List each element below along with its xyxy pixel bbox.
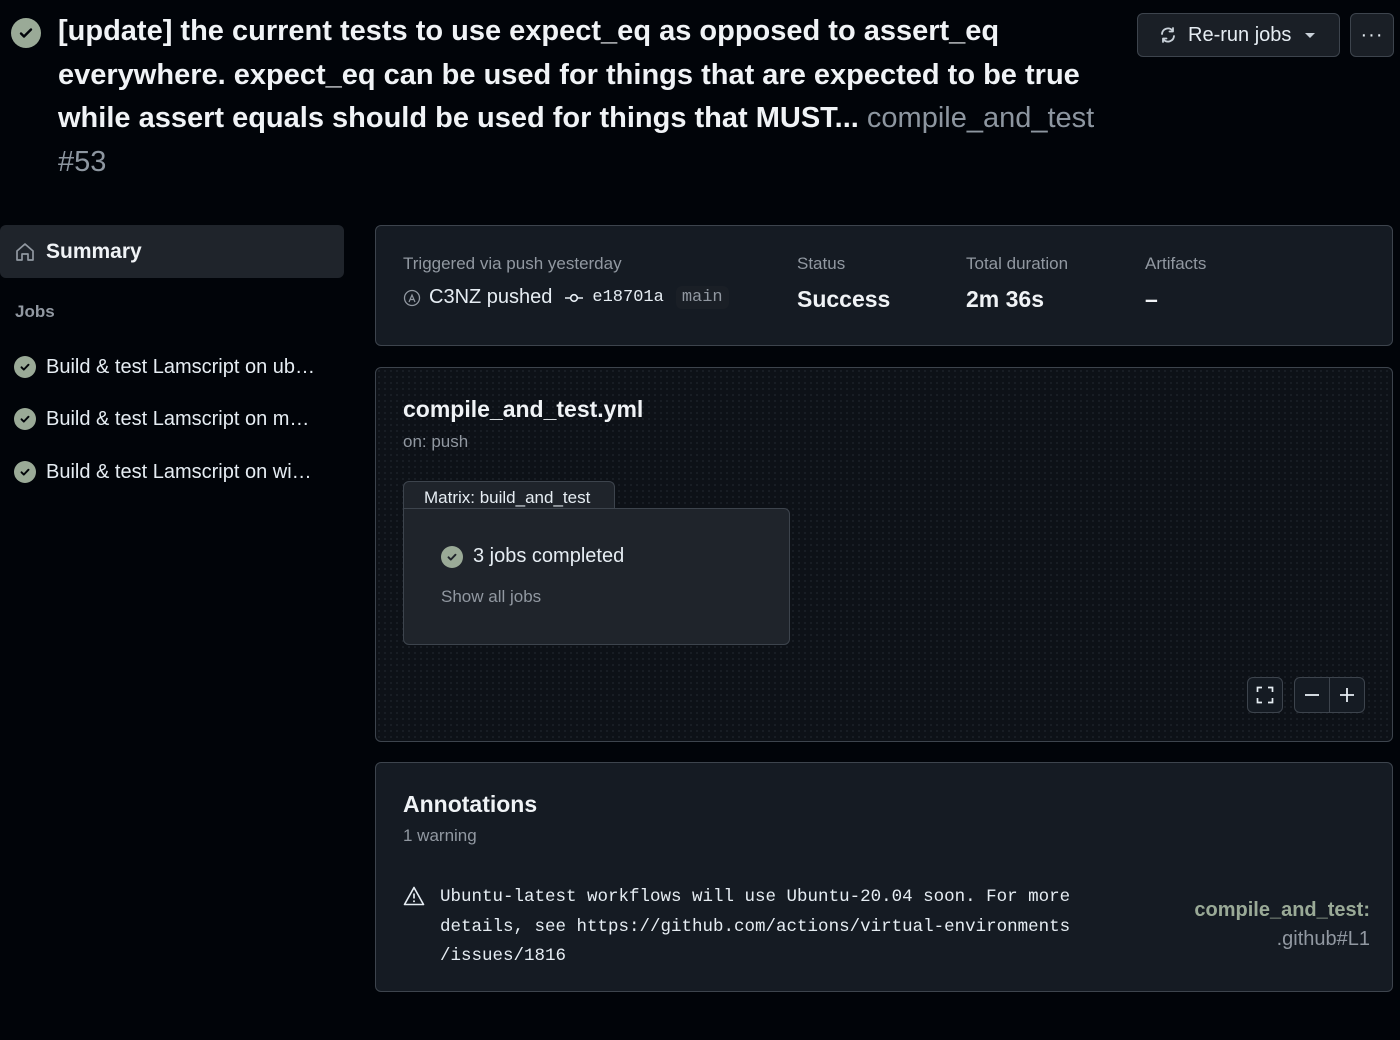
sync-icon [1161, 27, 1175, 43]
chevron-down-icon [1305, 32, 1316, 38]
matrix-node[interactable]: 3 jobs completed Show all jobs [403, 508, 790, 645]
job-label: Build & test Lamscript on m… [46, 407, 310, 430]
warning-icon [403, 886, 425, 906]
zoom-in-button[interactable] [1329, 677, 1365, 713]
artifacts-label: Artifacts [1145, 254, 1207, 273]
user-avatar-icon [403, 289, 421, 306]
status-value: Success [797, 286, 891, 312]
plus-icon [1340, 688, 1354, 702]
workflow-graph-card: compile_and_test.yml on: push Matrix: bu… [375, 367, 1393, 742]
sidebar-job-item[interactable]: Build & test Lamscript on m… [14, 399, 334, 439]
home-icon [16, 242, 34, 261]
workflow-name[interactable]: compile_and_test [867, 102, 1094, 134]
commit-icon [565, 293, 584, 302]
fullscreen-icon [1256, 686, 1274, 704]
show-all-jobs-link[interactable]: Show all jobs [441, 587, 541, 607]
annotation-location[interactable]: compile_and_test: .github#L1 [1194, 896, 1370, 954]
annotation-line[interactable]: .github#L1 [1194, 925, 1370, 954]
trigger-label: Triggered via push yesterday [403, 254, 622, 273]
trigger-details: C3NZ pushed e18701a main [403, 286, 729, 309]
sidebar-item-summary[interactable]: Summary [0, 225, 344, 278]
jobs-heading: Jobs [15, 302, 55, 321]
success-check-icon [441, 545, 463, 568]
run-summary-card: Triggered via push yesterday C3NZ pushed… [375, 225, 1393, 346]
fullscreen-button[interactable] [1247, 677, 1283, 713]
workflow-trigger: on: push [403, 432, 469, 451]
more-options-button[interactable]: ··· [1350, 13, 1394, 57]
rerun-jobs-button[interactable]: Re-run jobs [1137, 13, 1340, 57]
duration-value: 2m 36s [966, 286, 1045, 312]
success-check-icon [14, 356, 36, 378]
minus-icon [1305, 694, 1319, 696]
annotations-card: Annotations 1 warning Ubuntu-latest work… [375, 762, 1393, 992]
success-check-icon [14, 408, 36, 430]
sidebar-job-item[interactable]: Build & test Lamscript on ub… [14, 347, 334, 387]
sidebar-job-item[interactable]: Build & test Lamscript on wi… [14, 452, 334, 492]
success-check-icon [14, 461, 36, 483]
job-label: Build & test Lamscript on wi… [46, 460, 312, 483]
duration-label: Total duration [966, 254, 1069, 273]
annotations-count: 1 warning [403, 826, 477, 845]
matrix-status: 3 jobs completed [441, 545, 624, 568]
commit-sha-link[interactable]: e18701a [592, 288, 663, 307]
run-number: #53 [58, 145, 107, 178]
branch-label[interactable]: main [675, 286, 729, 309]
annotation-message: Ubuntu-latest workflows will use Ubuntu-… [440, 887, 1071, 966]
status-label: Status [797, 254, 846, 273]
rerun-jobs-label: Re-run jobs [1188, 23, 1292, 46]
sidebar-item-label: Summary [46, 239, 142, 263]
artifacts-value: – [1145, 286, 1158, 312]
matrix-status-text: 3 jobs completed [473, 545, 625, 567]
job-label: Build & test Lamscript on ub… [46, 355, 316, 378]
zoom-out-button[interactable] [1294, 677, 1330, 713]
workflow-file-name: compile_and_test.yml [403, 396, 644, 422]
annotation-file[interactable]: compile_and_test: [1194, 896, 1370, 925]
success-status-icon [11, 18, 41, 48]
annotations-title: Annotations [403, 791, 538, 817]
kebab-icon: ··· [1360, 23, 1384, 46]
actor-link[interactable]: C3NZ pushed [429, 286, 552, 309]
run-title: [update] the current tests to use expect… [58, 10, 1118, 184]
